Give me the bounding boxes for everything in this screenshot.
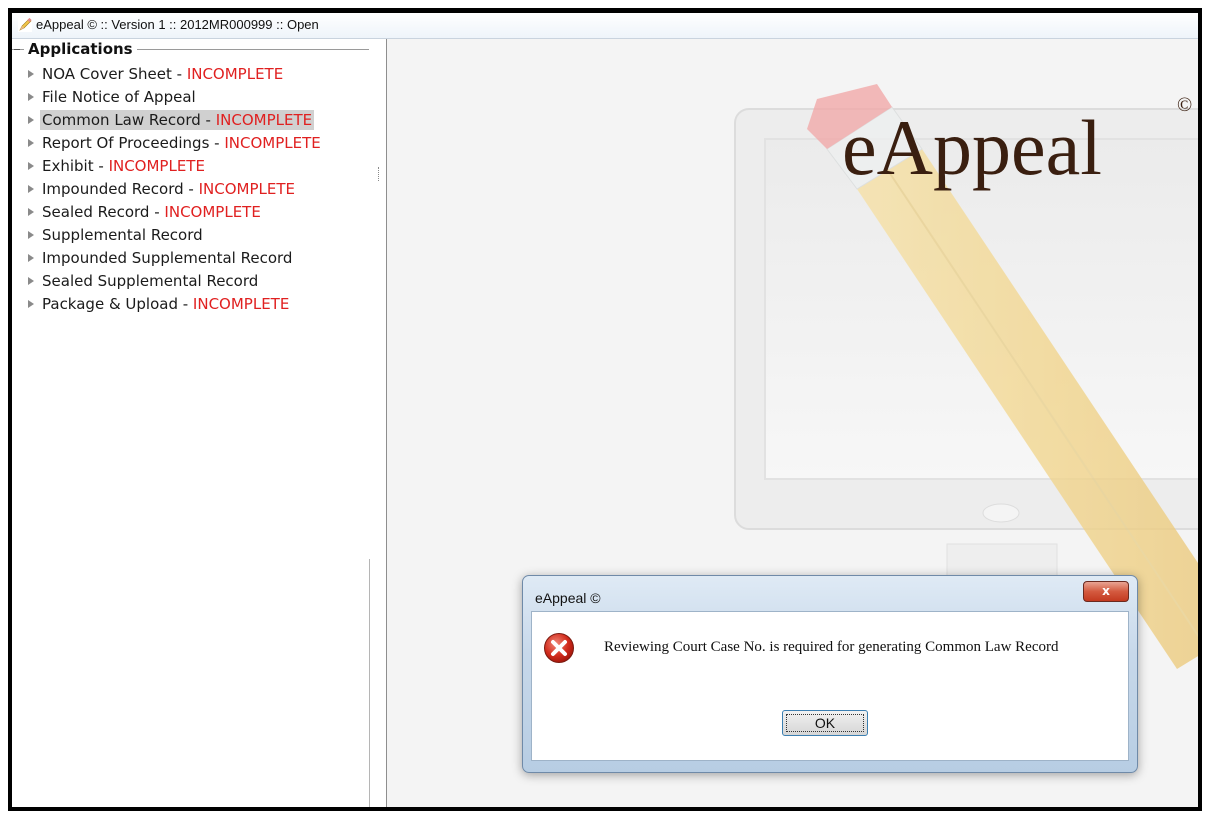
applications-panel: Applications NOA Cover Sheet - INCOMPLET… — [12, 39, 387, 807]
panel-divider — [369, 559, 370, 807]
sidebar-item-text: Common Law Record - INCOMPLETE — [40, 110, 315, 130]
sidebar-item-status: INCOMPLETE — [198, 180, 295, 198]
sidebar-item[interactable]: NOA Cover Sheet - INCOMPLETE — [12, 63, 386, 86]
sidebar-item-text: File Notice of Appeal — [40, 87, 198, 107]
expand-arrow-icon[interactable] — [28, 162, 34, 170]
sidebar-item-text: Package & Upload - INCOMPLETE — [40, 294, 291, 314]
sidebar-item-label: Impounded Record — [42, 180, 184, 198]
dialog-title: eAppeal © — [535, 590, 601, 606]
dialog-message: Reviewing Court Case No. is required for… — [604, 639, 1059, 655]
sidebar-item[interactable]: File Notice of Appeal — [12, 86, 386, 109]
sidebar-item-status: INCOMPLETE — [224, 134, 321, 152]
sidebar-item-text: Impounded Supplemental Record — [40, 248, 294, 268]
eappeal-logo-copyright: © — [1177, 94, 1192, 116]
sidebar-item-separator: - — [171, 65, 187, 83]
sidebar-item[interactable]: Exhibit - INCOMPLETE — [12, 155, 386, 178]
expand-arrow-icon[interactable] — [28, 300, 34, 308]
sidebar-item[interactable]: Report Of Proceedings - INCOMPLETE — [12, 132, 386, 155]
window-title: eAppeal © :: Version 1 :: 2012MR000999 :… — [36, 17, 319, 32]
sidebar-item[interactable]: Supplemental Record — [12, 224, 386, 247]
sidebar-item-status: INCOMPLETE — [186, 65, 284, 83]
sidebar-item-status: INCOMPLETE — [192, 295, 290, 313]
pencil-app-icon — [18, 18, 32, 32]
sidebar-item-label: Sealed Supplemental Record — [42, 272, 259, 290]
dialog-close-button[interactable]: x — [1083, 581, 1129, 602]
sidebar-item-text: Report Of Proceedings - INCOMPLETE — [40, 133, 323, 153]
sidebar-item-label: Exhibit — [42, 157, 94, 175]
expand-arrow-icon[interactable] — [28, 277, 34, 285]
close-icon: x — [1102, 584, 1110, 598]
sidebar-item-label: Common Law Record — [42, 111, 201, 129]
sidebar-item-label: Impounded Supplemental Record — [42, 249, 293, 267]
sidebar-item-text: Impounded Record - INCOMPLETE — [40, 179, 297, 199]
expand-arrow-icon[interactable] — [28, 231, 34, 239]
sidebar-item-label: Supplemental Record — [42, 226, 203, 244]
title-bar: eAppeal © :: Version 1 :: 2012MR000999 :… — [12, 13, 1198, 39]
sidebar-item-separator: - — [183, 180, 199, 198]
sidebar-item-separator: - — [93, 157, 109, 175]
sidebar-item-text: Sealed Record - INCOMPLETE — [40, 202, 263, 222]
ok-button[interactable]: OK — [782, 710, 868, 736]
sidebar-item-separator: - — [200, 111, 216, 129]
sidebar-item-status: INCOMPLETE — [108, 157, 205, 175]
sidebar-item[interactable]: Impounded Record - INCOMPLETE — [12, 178, 386, 201]
expand-arrow-icon[interactable] — [28, 185, 34, 193]
applications-group-title: Applications — [24, 39, 137, 59]
sidebar-item-label: NOA Cover Sheet — [42, 65, 172, 83]
expand-arrow-icon[interactable] — [28, 208, 34, 216]
sidebar-item-status: INCOMPLETE — [215, 111, 313, 129]
sidebar-item-label: Package & Upload — [42, 295, 178, 313]
ok-button-focus-ring — [786, 714, 864, 732]
sidebar-item-label: File Notice of Appeal — [42, 88, 196, 106]
sidebar-item[interactable]: Common Law Record - INCOMPLETE — [12, 109, 386, 132]
expand-arrow-icon[interactable] — [28, 254, 34, 262]
sidebar-item-label: Sealed Record — [42, 203, 150, 221]
group-border-tick — [14, 49, 20, 50]
sidebar-item-text: NOA Cover Sheet - INCOMPLETE — [40, 64, 285, 84]
sidebar-item-separator: - — [209, 134, 225, 152]
sidebar-item[interactable]: Sealed Supplemental Record — [12, 270, 386, 293]
expand-arrow-icon[interactable] — [28, 70, 34, 78]
expand-arrow-icon[interactable] — [28, 93, 34, 101]
error-dialog: eAppeal © x Reviewing Court Case No. is … — [522, 575, 1138, 773]
sidebar-item-text: Sealed Supplemental Record — [40, 271, 260, 291]
sidebar-item-text: Supplemental Record — [40, 225, 205, 245]
applications-list: NOA Cover Sheet - INCOMPLETE File Notice … — [12, 63, 386, 316]
sidebar-item[interactable]: Impounded Supplemental Record — [12, 247, 386, 270]
app-window: eAppeal © :: Version 1 :: 2012MR000999 :… — [8, 8, 1202, 811]
sidebar-item-separator: - — [177, 295, 193, 313]
expand-arrow-icon[interactable] — [28, 116, 34, 124]
error-icon — [544, 633, 574, 663]
eappeal-logo-text: eAppeal — [842, 104, 1102, 191]
sidebar-item[interactable]: Package & Upload - INCOMPLETE — [12, 293, 386, 316]
expand-arrow-icon[interactable] — [28, 139, 34, 147]
sidebar-item-label: Report Of Proceedings — [42, 134, 210, 152]
splitter-grip[interactable] — [378, 167, 381, 181]
sidebar-item-separator: - — [149, 203, 165, 221]
sidebar-item-text: Exhibit - INCOMPLETE — [40, 156, 207, 176]
dialog-body: Reviewing Court Case No. is required for… — [531, 611, 1129, 761]
sidebar-item-status: INCOMPLETE — [164, 203, 261, 221]
sidebar-item[interactable]: Sealed Record - INCOMPLETE — [12, 201, 386, 224]
